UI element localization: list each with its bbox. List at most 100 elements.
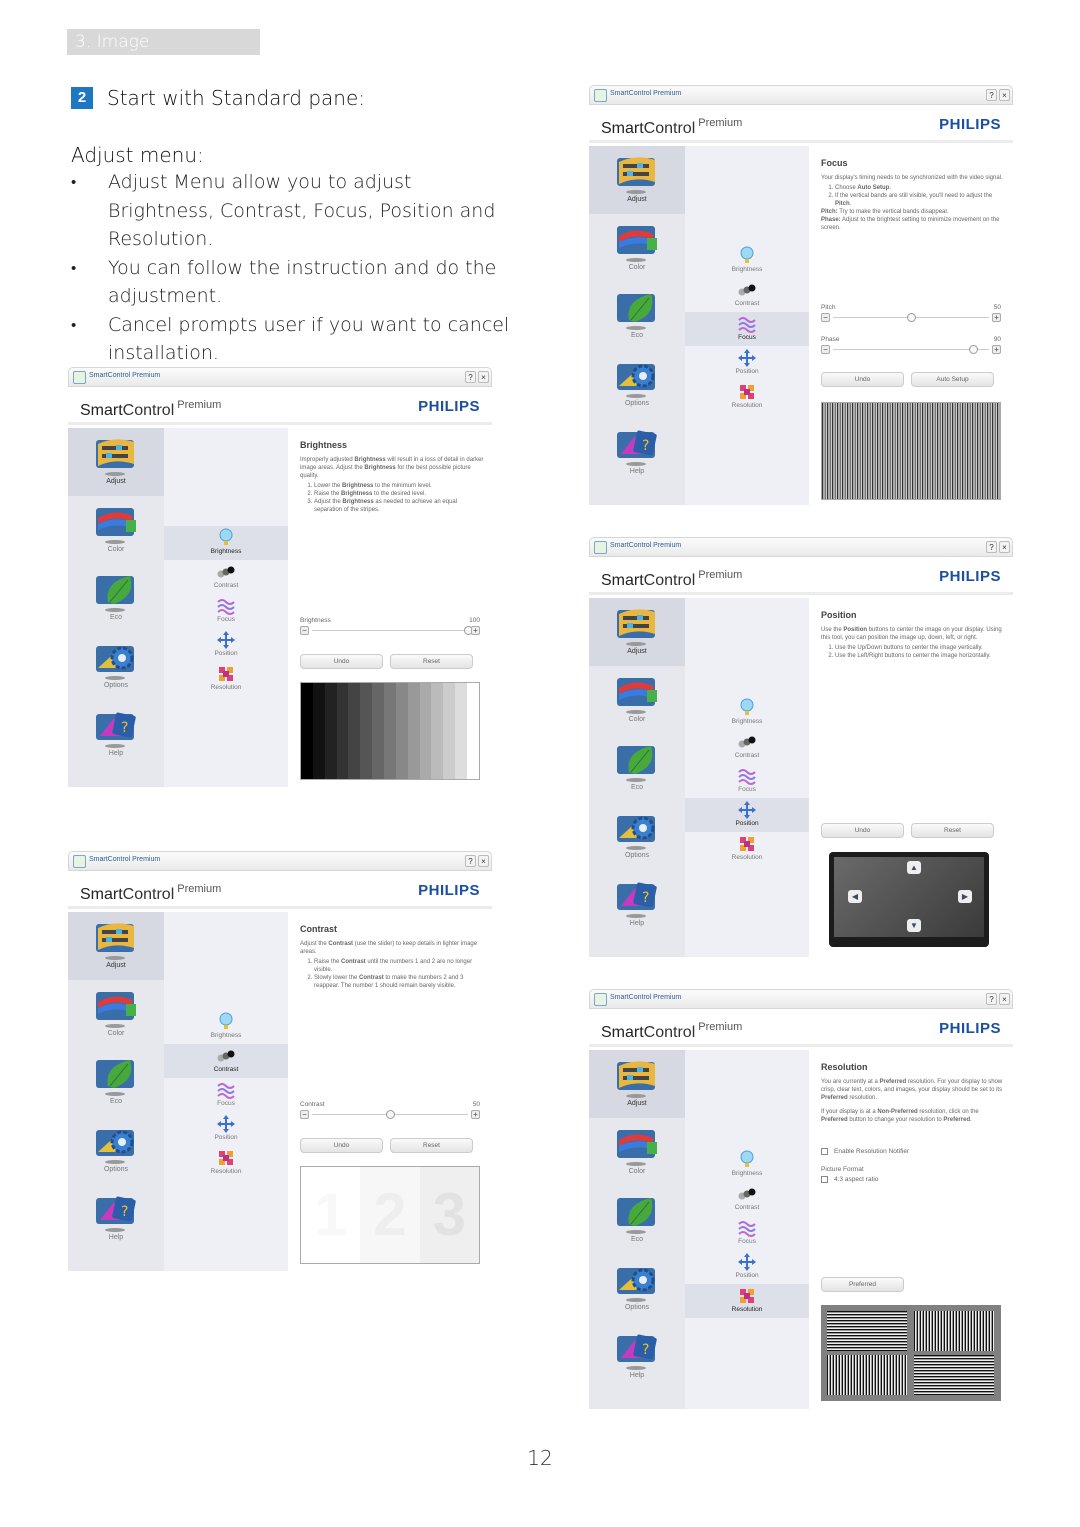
undo-button[interactable]: Undo <box>821 823 904 838</box>
close-button[interactable]: × <box>999 89 1010 101</box>
nav-item-eco[interactable]: Eco <box>68 564 164 632</box>
undo-button[interactable]: Undo <box>300 654 383 669</box>
submenu-label: Position <box>735 820 759 827</box>
resolution-notifier-checkbox[interactable] <box>821 1148 828 1155</box>
submenu-item-brightness[interactable]: Brightness <box>685 696 809 730</box>
nav-item-eco[interactable]: Eco <box>589 1186 685 1254</box>
nav-item-adjust[interactable]: Adjust <box>589 146 685 214</box>
submenu-item-contrast[interactable]: Contrast <box>164 560 288 594</box>
phase-slider[interactable]: Phase 90 − + <box>821 336 1001 358</box>
submenu-item-position[interactable]: Position <box>685 798 809 832</box>
preferred-button[interactable]: Preferred <box>821 1277 904 1292</box>
nav-item-options[interactable]: Options <box>589 1254 685 1322</box>
submenu-item-brightness[interactable]: Brightness <box>685 1148 809 1182</box>
slider-label: Contrast <box>300 1101 325 1108</box>
nav-item-color[interactable]: Color <box>589 666 685 734</box>
nav-item-eco[interactable]: Eco <box>589 734 685 802</box>
close-button[interactable]: × <box>478 371 489 383</box>
submenu-item-resolution[interactable]: Resolution <box>164 662 288 696</box>
close-button[interactable]: × <box>999 541 1010 553</box>
nav-item-help[interactable]: ? Help <box>589 1322 685 1390</box>
auto-setup-button[interactable]: Auto Setup <box>911 372 994 387</box>
submenu-item-resolution[interactable]: Resolution <box>685 1284 809 1318</box>
increase-button[interactable]: + <box>992 313 1001 322</box>
submenu-item-contrast[interactable]: Contrast <box>685 730 809 764</box>
increase-button[interactable]: + <box>471 1110 480 1119</box>
submenu-item-brightness[interactable]: Brightness <box>164 1010 288 1044</box>
move-right-button[interactable]: ▶ <box>958 890 972 903</box>
nav-item-options[interactable]: Options <box>589 350 685 418</box>
close-button[interactable]: × <box>478 855 489 867</box>
help-button[interactable]: ? <box>465 371 476 383</box>
reset-button[interactable]: Reset <box>911 823 994 838</box>
submenu-item-contrast[interactable]: Contrast <box>685 1182 809 1216</box>
submenu-item-position[interactable]: Position <box>685 1250 809 1284</box>
slider-track[interactable] <box>312 630 468 631</box>
decrease-button[interactable]: − <box>300 626 309 635</box>
submenu-item-position[interactable]: Position <box>685 346 809 380</box>
nav-item-help[interactable]: ? Help <box>68 1184 164 1252</box>
pitch-slider[interactable]: Pitch 50 − + <box>821 304 1001 326</box>
slider-thumb[interactable] <box>907 313 916 322</box>
submenu-item-brightness[interactable]: Brightness <box>164 526 288 560</box>
help-button[interactable]: ? <box>986 89 997 101</box>
undo-button[interactable]: Undo <box>300 1138 383 1153</box>
move-up-button[interactable]: ▲ <box>907 861 921 874</box>
increase-button[interactable]: + <box>992 345 1001 354</box>
submenu-item-resolution[interactable]: Resolution <box>685 832 809 866</box>
nav-item-color[interactable]: Color <box>68 980 164 1048</box>
reset-button[interactable]: Reset <box>390 654 473 669</box>
submenu-item-brightness[interactable]: Brightness <box>685 244 809 278</box>
contrast-slider[interactable]: Contrast 50 − + <box>300 1101 480 1123</box>
decrease-button[interactable]: − <box>821 345 830 354</box>
submenu-item-focus[interactable]: Focus <box>685 764 809 798</box>
submenu-item-contrast[interactable]: Contrast <box>685 278 809 312</box>
undo-button[interactable]: Undo <box>821 372 904 387</box>
nav-item-adjust[interactable]: Adjust <box>589 1050 685 1118</box>
submenu-item-focus[interactable]: Focus <box>164 1078 288 1112</box>
nav-item-options[interactable]: Options <box>68 1116 164 1184</box>
window-titlebar: SmartControl Premium? × <box>589 537 1013 557</box>
increase-button[interactable]: + <box>471 626 480 635</box>
slider-thumb[interactable] <box>386 1110 395 1119</box>
nav-label: Help <box>629 468 645 475</box>
nav-item-adjust[interactable]: Adjust <box>68 912 164 980</box>
nav-item-adjust[interactable]: Adjust <box>68 428 164 496</box>
nav-item-color[interactable]: Color <box>68 496 164 564</box>
submenu-item-focus[interactable]: Focus <box>685 1216 809 1250</box>
svg-text:?: ? <box>642 890 649 906</box>
submenu-item-position[interactable]: Position <box>164 628 288 662</box>
help-icon: ? <box>90 706 140 750</box>
decrease-button[interactable]: − <box>300 1110 309 1119</box>
nav-item-color[interactable]: Color <box>589 1118 685 1186</box>
submenu-item-resolution[interactable]: Resolution <box>164 1146 288 1180</box>
nav-item-adjust[interactable]: Adjust <box>589 598 685 666</box>
submenu-item-focus[interactable]: Focus <box>685 312 809 346</box>
nav-item-color[interactable]: Color <box>589 214 685 282</box>
nav-item-options[interactable]: Options <box>68 632 164 700</box>
help-button[interactable]: ? <box>465 855 476 867</box>
aspect-ratio-checkbox[interactable] <box>821 1176 828 1183</box>
submenu-item-contrast[interactable]: Contrast <box>164 1044 288 1078</box>
reset-button[interactable]: Reset <box>390 1138 473 1153</box>
submenu-item-focus[interactable]: Focus <box>164 594 288 628</box>
slider-thumb[interactable] <box>969 345 979 354</box>
resolution-notifier-option[interactable]: Enable Resolution Notifier <box>821 1148 909 1155</box>
decrease-button[interactable]: − <box>821 313 830 322</box>
help-button[interactable]: ? <box>986 993 997 1005</box>
nav-item-eco[interactable]: Eco <box>68 1048 164 1116</box>
nav-item-eco[interactable]: Eco <box>589 282 685 350</box>
nav-item-help[interactable]: ? Help <box>589 418 685 486</box>
nav-item-options[interactable]: Options <box>589 802 685 870</box>
submenu-item-resolution[interactable]: Resolution <box>685 380 809 414</box>
move-down-button[interactable]: ▼ <box>907 919 921 932</box>
nav-item-help[interactable]: ? Help <box>68 700 164 768</box>
aspect-ratio-option[interactable]: 4:3 aspect ratio <box>821 1176 878 1183</box>
help-button[interactable]: ? <box>986 541 997 553</box>
submenu-item-position[interactable]: Position <box>164 1112 288 1146</box>
brightness-slider[interactable]: Brightness 100 − + <box>300 617 480 639</box>
slider-track[interactable] <box>833 349 989 350</box>
nav-item-help[interactable]: ? Help <box>589 870 685 938</box>
move-left-button[interactable]: ◀ <box>848 890 862 903</box>
close-button[interactable]: × <box>999 993 1010 1005</box>
